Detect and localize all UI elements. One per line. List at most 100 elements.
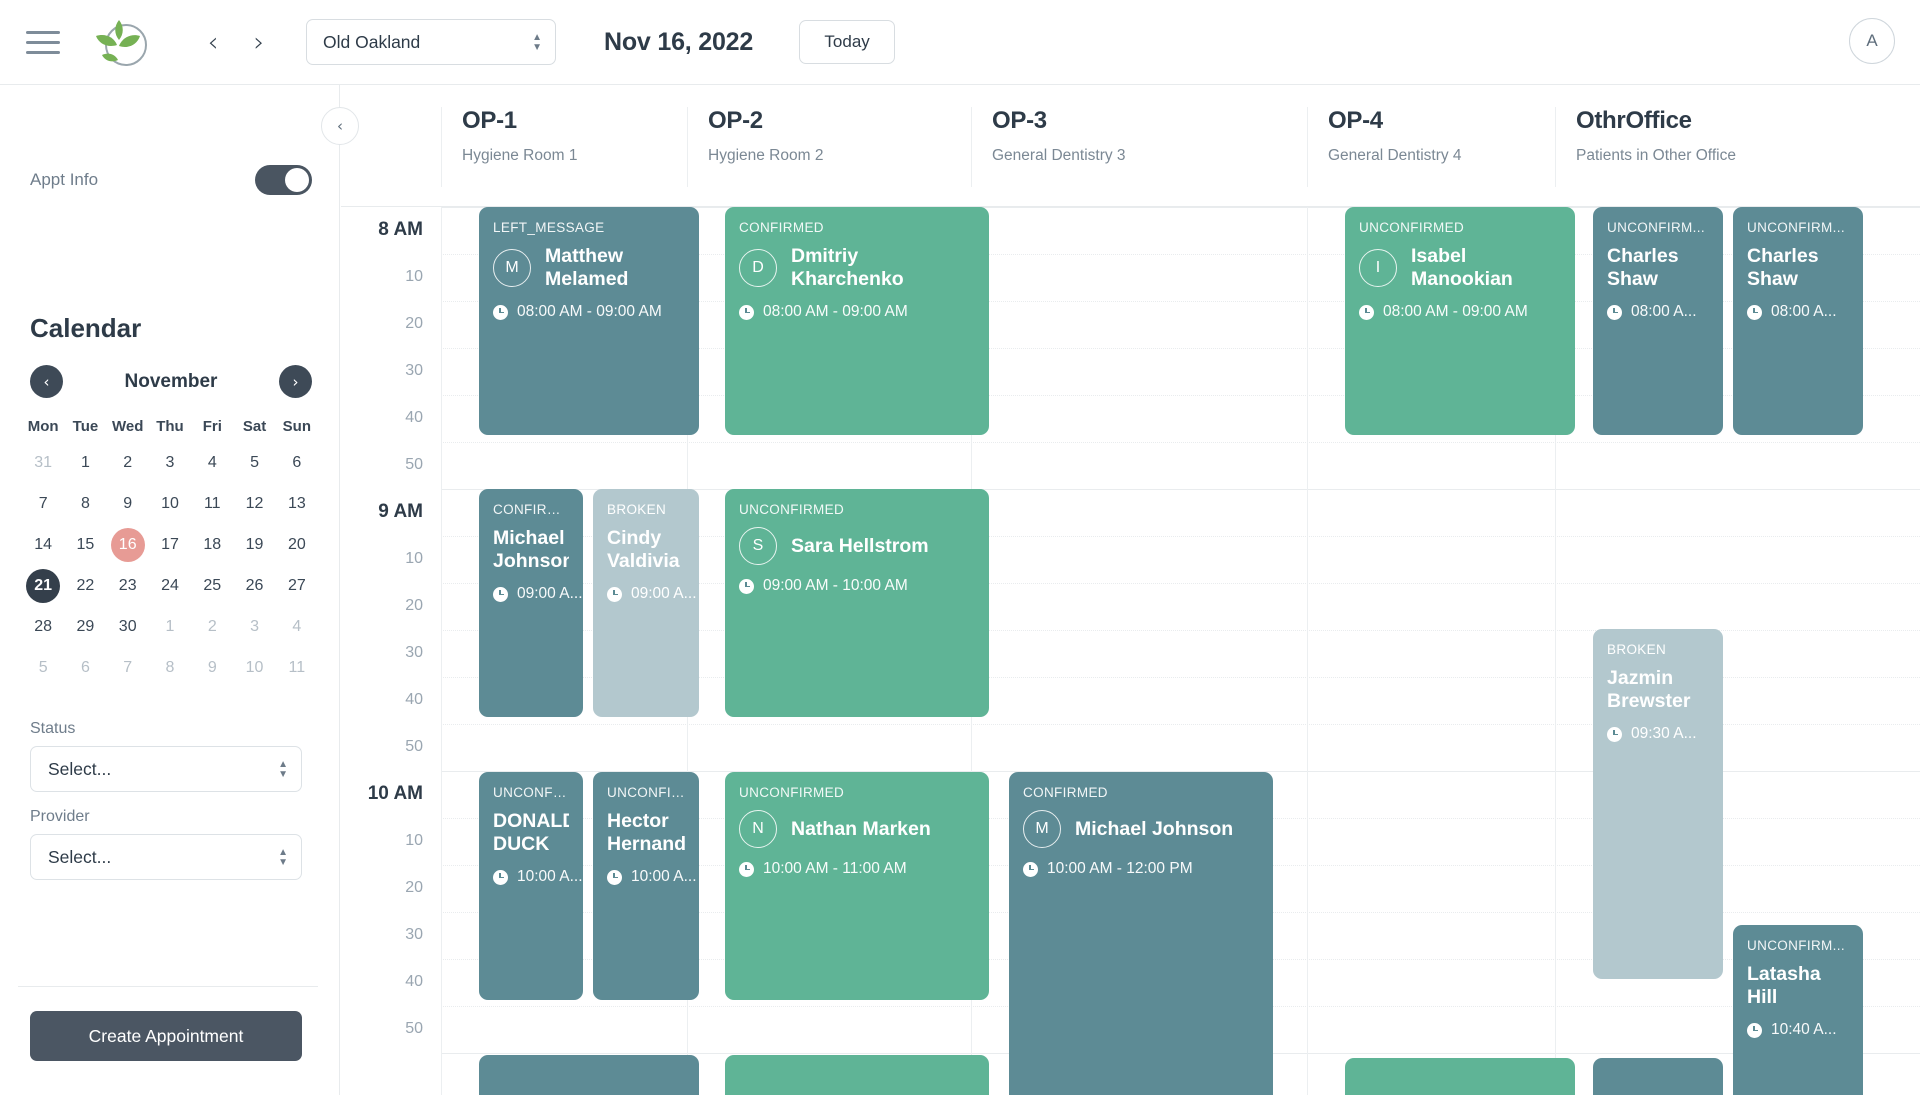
today-button[interactable]: Today: [799, 20, 896, 64]
calendar-day[interactable]: 9: [191, 647, 233, 688]
calendar-day[interactable]: 11: [276, 647, 318, 688]
next-day-button[interactable]: ›: [244, 25, 274, 59]
calendar-day[interactable]: 14: [22, 524, 64, 565]
calendar-day-number: 19: [245, 535, 264, 553]
appointment-card[interactable]: [1345, 1058, 1575, 1095]
calendar-day[interactable]: 15: [64, 524, 106, 565]
appointment-patient-row: Hector Hernande...: [607, 810, 685, 856]
status-select[interactable]: Select... ▲ ▼: [30, 746, 302, 792]
appointment-time: 08:00 A...: [1771, 303, 1837, 320]
calendar-day-number: 29: [76, 617, 95, 635]
calendar-day[interactable]: 1: [64, 442, 106, 483]
calendar-day[interactable]: 10: [233, 647, 275, 688]
calendar-day[interactable]: 9: [107, 483, 149, 524]
appointment-card[interactable]: UNCONFIRMED I Isabel Manookian 08:00 AM - 0…: [1345, 207, 1575, 435]
schedule-column-header-op-1[interactable]: OP-1 Hygiene Room 1: [441, 107, 687, 187]
next-month-button[interactable]: ›: [278, 365, 312, 398]
calendar-day[interactable]: 7: [22, 483, 64, 524]
calendar-day-number: 2: [207, 617, 217, 635]
calendar-day[interactable]: 23: [107, 565, 149, 606]
calendar-day[interactable]: 16: [107, 524, 149, 565]
calendar-day[interactable]: 4: [191, 442, 233, 483]
appointment-card[interactable]: CONFIRMED M Michael Johnson 10:00 AM - 12:0…: [1009, 772, 1273, 1095]
appointment-patient-row: I Isabel Manookian: [1359, 245, 1561, 291]
appointment-card[interactable]: UNCONFIRM... Hector Hernande... 10:00 A...: [593, 772, 699, 1000]
prev-month-button[interactable]: ‹: [30, 365, 63, 398]
calendar-day[interactable]: 26: [233, 565, 275, 606]
appointment-card[interactable]: BROKEN Jazmin Brewster 09:30 A...: [1593, 629, 1723, 979]
calendar-day[interactable]: 27: [276, 565, 318, 606]
calendar-day[interactable]: 18: [191, 524, 233, 565]
calendar-day[interactable]: 22: [64, 565, 106, 606]
patient-avatar: D: [739, 249, 777, 287]
calendar-day[interactable]: 13: [276, 483, 318, 524]
appointment-card[interactable]: LEFT_MESSAGE M Matthew Melamed 08:00 AM - 0…: [479, 207, 699, 435]
appointment-card[interactable]: CONFIRMED D Dmitriy Kharchenko 08:00 AM - 0…: [725, 207, 989, 435]
appointment-card[interactable]: [725, 1055, 989, 1095]
calendar-day-number: 1: [165, 617, 175, 635]
patient-avatar: S: [739, 527, 777, 565]
appointment-card[interactable]: BROKEN Cindy Valdivia 09:00 A...: [593, 489, 699, 717]
schedule-column-header-op-4[interactable]: OP-4 General Dentistry 4: [1307, 107, 1555, 187]
calendar-day[interactable]: 25: [191, 565, 233, 606]
sidebar-collapse-button[interactable]: ‹: [321, 107, 359, 145]
appointment-card[interactable]: CONFIRMED Michael Johnson 09:00 A...: [479, 489, 583, 717]
calendar-day[interactable]: 3: [149, 442, 191, 483]
appointment-card[interactable]: UNCONFIRMED N Nathan Marken 10:00 AM - 11:0…: [725, 772, 989, 1000]
appointment-card[interactable]: UNCONFIRM... Charles Shaw 08:00 A...: [1593, 207, 1723, 435]
calendar-day[interactable]: 6: [64, 647, 106, 688]
calendar-day[interactable]: 5: [22, 647, 64, 688]
calendar-day[interactable]: 4: [276, 606, 318, 647]
calendar-day[interactable]: 8: [149, 647, 191, 688]
calendar-day-number: 15: [76, 535, 95, 553]
office-select[interactable]: Old Oakland ▲ ▼: [306, 19, 556, 65]
user-avatar[interactable]: A: [1849, 18, 1895, 64]
appt-info-toggle[interactable]: [255, 165, 312, 195]
calendar-day[interactable]: 17: [149, 524, 191, 565]
calendar-day-number: 12: [245, 494, 264, 512]
prev-day-button[interactable]: ‹: [198, 25, 228, 59]
appointment-card[interactable]: UNCONFIRM... Charles Shaw 08:00 A...: [1733, 207, 1863, 435]
calendar-day[interactable]: 5: [233, 442, 275, 483]
date-nav-arrows: ‹ ›: [198, 25, 274, 59]
hamburger-icon[interactable]: [26, 27, 60, 57]
appointment-card[interactable]: UNCONFIRM... DONALD DUCK 10:00 A...: [479, 772, 583, 1000]
schedule-column-header-op-2[interactable]: OP-2 Hygiene Room 2: [687, 107, 971, 187]
appointment-card[interactable]: UNCONFIRM... Latasha Hill 10:40 A...: [1733, 925, 1863, 1095]
calendar-day[interactable]: 7: [107, 647, 149, 688]
toggle-knob: [285, 168, 309, 192]
calendar-day[interactable]: 1: [149, 606, 191, 647]
leaf-logo-icon[interactable]: [88, 14, 150, 70]
calendar-day[interactable]: 21: [22, 565, 64, 606]
appointment-patient-name: Sara Hellstrom: [791, 534, 929, 557]
calendar-day[interactable]: 12: [233, 483, 275, 524]
calendar-day[interactable]: 19: [233, 524, 275, 565]
calendar-day[interactable]: 31: [22, 442, 64, 483]
calendar-day[interactable]: 2: [107, 442, 149, 483]
appointment-patient-name: DONALD DUCK: [493, 810, 569, 855]
schedule-column-header-op-3[interactable]: OP-3 General Dentistry 3: [971, 107, 1307, 187]
clock-icon: [1359, 304, 1374, 320]
appointment-patient-name: Hector Hernande...: [607, 810, 685, 855]
calendar-day[interactable]: 28: [22, 606, 64, 647]
calendar-day[interactable]: 10: [149, 483, 191, 524]
appointment-card[interactable]: UNCONFIRMED S Sara Hellstrom 09:00 AM - 10:…: [725, 489, 989, 717]
appointment-patient-name: Michael Johnson: [1075, 817, 1234, 840]
calendar-day[interactable]: 11: [191, 483, 233, 524]
calendar-day[interactable]: 6: [276, 442, 318, 483]
calendar-day[interactable]: 30: [107, 606, 149, 647]
calendar-day[interactable]: 3: [233, 606, 275, 647]
calendar-day[interactable]: 2: [191, 606, 233, 647]
appointment-time-row: 09:00 A...: [607, 585, 697, 603]
calendar-day[interactable]: 8: [64, 483, 106, 524]
calendar-day[interactable]: 24: [149, 565, 191, 606]
provider-select-value: Select...: [48, 846, 112, 867]
appointment-card[interactable]: [1593, 1058, 1723, 1095]
calendar-dow-sun: Sun: [282, 417, 312, 435]
calendar-day[interactable]: 29: [64, 606, 106, 647]
schedule-column-header-othroffice[interactable]: OthrOffice Patients in Other Office: [1555, 107, 1920, 187]
create-appointment-button[interactable]: Create Appointment: [30, 1011, 302, 1061]
provider-select[interactable]: Select... ▲ ▼: [30, 834, 302, 880]
appointment-card[interactable]: [479, 1055, 699, 1095]
calendar-day[interactable]: 20: [276, 524, 318, 565]
